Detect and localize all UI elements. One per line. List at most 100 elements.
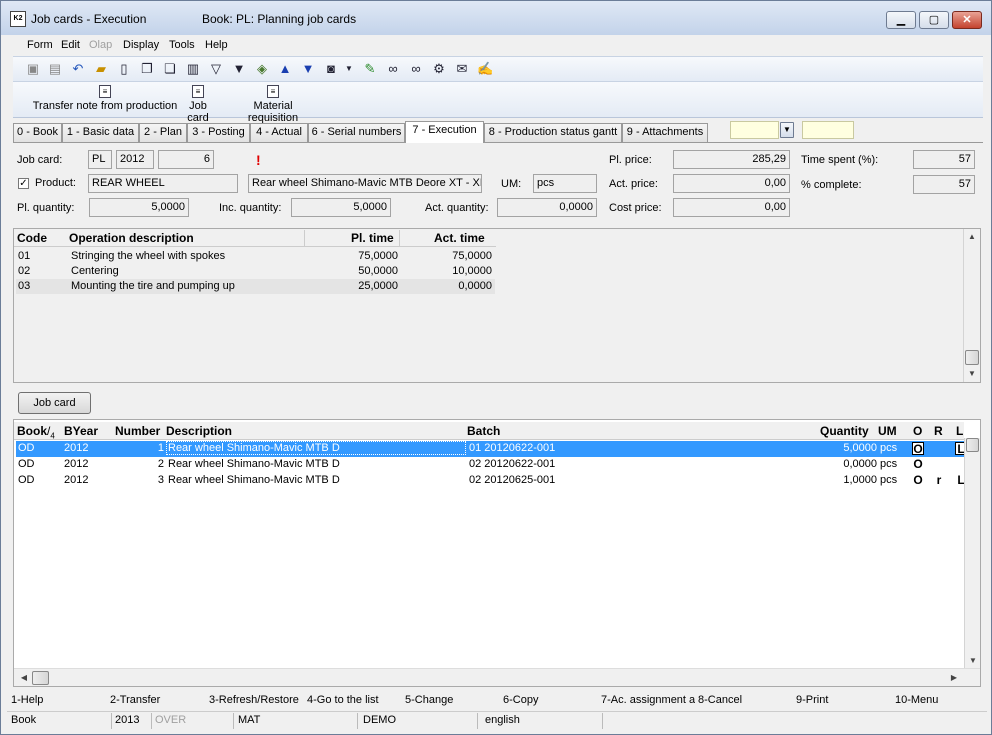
time-spent-field[interactable]: 57 bbox=[913, 150, 975, 169]
menu-tools[interactable]: Tools bbox=[169, 39, 195, 51]
fkey-change[interactable]: 5-Change bbox=[405, 694, 500, 706]
cost-price-field[interactable]: 0,00 bbox=[673, 198, 790, 217]
scroll-down-icon[interactable]: ▼ bbox=[965, 656, 981, 665]
col-number[interactable]: Number bbox=[115, 424, 160, 438]
col-pl-time[interactable]: Pl. time bbox=[351, 231, 394, 247]
col-description[interactable]: Description bbox=[166, 424, 232, 438]
new-document-icon[interactable]: ▯ bbox=[116, 61, 132, 77]
open-folder-icon[interactable]: ▰ bbox=[93, 61, 109, 77]
arrow-up-icon[interactable]: ▲ bbox=[277, 61, 293, 77]
col-r[interactable]: R bbox=[934, 424, 943, 438]
flag-o[interactable]: O bbox=[912, 442, 924, 456]
fkey-print[interactable]: 9-Print bbox=[796, 694, 891, 706]
job-card-action-button[interactable]: ≡ Job card bbox=[177, 85, 219, 124]
col-operation-description[interactable]: Operation description bbox=[69, 231, 194, 247]
act-quantity-field[interactable]: 0,0000 bbox=[497, 198, 597, 217]
col-byear[interactable]: BYear bbox=[64, 424, 98, 438]
tab-plan[interactable]: 2 - Plan bbox=[139, 123, 187, 142]
stack-icon[interactable]: ◈ bbox=[254, 61, 270, 77]
copy-icon[interactable]: ❐ bbox=[139, 61, 155, 77]
filter-combo[interactable] bbox=[730, 121, 779, 139]
operation-row[interactable]: 02 Centering 50,0000 10,0000 bbox=[16, 264, 495, 279]
pl-price-field[interactable]: 285,29 bbox=[673, 150, 790, 169]
paste-icon[interactable]: ❏ bbox=[162, 61, 178, 77]
batch-row[interactable]: OD 2012 3 Rear wheel Shimano-Mavic MTB D… bbox=[16, 473, 967, 489]
transfer-note-button[interactable]: ≡ Transfer note from production bbox=[27, 85, 183, 112]
col-quantity[interactable]: Quantity bbox=[820, 424, 869, 438]
pl-quantity-field[interactable]: 5,0000 bbox=[89, 198, 189, 217]
minimize-button[interactable]: ▁ bbox=[886, 11, 916, 29]
dropdown-icon[interactable]: ▼ bbox=[341, 61, 357, 77]
col-o[interactable]: O bbox=[913, 424, 922, 438]
fkey-menu[interactable]: 10-Menu bbox=[895, 694, 985, 706]
tab-actual[interactable]: 4 - Actual bbox=[250, 123, 308, 142]
fkey-help[interactable]: 1-Help bbox=[11, 694, 106, 706]
menu-form[interactable]: Form bbox=[27, 39, 53, 51]
col-um[interactable]: UM bbox=[878, 424, 897, 438]
job-card-book-field[interactable]: PL bbox=[88, 150, 112, 169]
fkey-transfer[interactable]: 2-Transfer bbox=[110, 694, 205, 706]
edit-notes-icon[interactable]: ✍ bbox=[477, 61, 493, 77]
batches-vscrollbar[interactable]: ▲ ▼ bbox=[964, 438, 980, 670]
complete-field[interactable]: 57 bbox=[913, 175, 975, 194]
operation-row[interactable]: 01 Stringing the wheel with spokes 75,00… bbox=[16, 249, 495, 264]
binoculars-icon[interactable]: ∞ bbox=[385, 61, 401, 77]
flag-r[interactable] bbox=[933, 442, 945, 455]
batch-row[interactable]: OD 2012 1 Rear wheel Shimano-Mavic MTB D… bbox=[16, 441, 967, 457]
tab-basic-data[interactable]: 1 - Basic data bbox=[62, 123, 139, 142]
inc-quantity-field[interactable]: 5,0000 bbox=[291, 198, 391, 217]
arrow-down-icon[interactable]: ▼ bbox=[300, 61, 316, 77]
col-act-time[interactable]: Act. time bbox=[434, 231, 485, 247]
flag-r[interactable]: r bbox=[933, 474, 945, 487]
material-requisition-button[interactable]: ≡ Material requisition bbox=[227, 85, 319, 124]
um-field[interactable]: pcs bbox=[533, 174, 597, 193]
col-book[interactable]: Book/4 bbox=[17, 424, 55, 440]
fkey-copy[interactable]: 6-Copy bbox=[503, 694, 598, 706]
save-icon[interactable]: ▣ bbox=[25, 61, 41, 77]
scroll-right-icon[interactable]: ▶ bbox=[946, 673, 962, 682]
close-button[interactable]: ✕ bbox=[952, 11, 982, 29]
filter-list-icon[interactable]: ▼ bbox=[231, 61, 247, 77]
tab-execution[interactable]: 7 - Execution bbox=[405, 121, 484, 143]
filter-icon[interactable]: ▽ bbox=[208, 61, 224, 77]
flag-r[interactable] bbox=[933, 458, 945, 471]
menu-display[interactable]: Display bbox=[123, 39, 159, 51]
menu-help[interactable]: Help bbox=[205, 39, 228, 51]
flag-o[interactable]: O bbox=[912, 474, 924, 487]
binoculars-settings-icon[interactable]: ⚙ bbox=[431, 61, 447, 77]
job-card-number-field[interactable]: 6 bbox=[158, 150, 214, 169]
fkey-refresh[interactable]: 3-Refresh/Restore bbox=[209, 694, 304, 706]
act-price-field[interactable]: 0,00 bbox=[673, 174, 790, 193]
filter-field[interactable] bbox=[802, 121, 854, 139]
fkey-ac-assignment[interactable]: 7-Ac. assignment ar bbox=[601, 694, 695, 706]
operation-row[interactable]: 03 Mounting the tire and pumping up 25,0… bbox=[16, 279, 495, 294]
batch-row[interactable]: OD 2012 2 Rear wheel Shimano-Mavic MTB D… bbox=[16, 457, 967, 473]
undo-icon[interactable]: ↶ bbox=[70, 61, 86, 77]
product-code-field[interactable]: REAR WHEEL bbox=[88, 174, 238, 193]
col-code[interactable]: Code bbox=[17, 231, 47, 247]
maximize-button[interactable]: ▢ bbox=[919, 11, 949, 29]
save-as-icon[interactable]: ▤ bbox=[47, 61, 63, 77]
camera-icon[interactable]: ◙ bbox=[323, 61, 339, 77]
tools-icon[interactable]: ✎ bbox=[362, 61, 378, 77]
col-l[interactable]: L bbox=[956, 424, 963, 438]
tab-attachments[interactable]: 9 - Attachments bbox=[622, 123, 708, 142]
tab-book[interactable]: 0 - Book bbox=[13, 123, 62, 142]
scroll-thumb[interactable] bbox=[966, 438, 979, 452]
col-batch[interactable]: Batch bbox=[467, 424, 500, 438]
job-card-button[interactable]: Job card bbox=[18, 392, 91, 414]
tab-posting[interactable]: 3 - Posting bbox=[187, 123, 250, 142]
operations-scrollbar[interactable]: ▲ ▼ bbox=[963, 229, 980, 382]
scroll-up-icon[interactable]: ▲ bbox=[964, 232, 980, 241]
combo-dropdown-icon[interactable]: ▼ bbox=[780, 122, 794, 138]
tab-production-status-gantt[interactable]: 8 - Production status gantt bbox=[484, 123, 622, 142]
scroll-thumb[interactable] bbox=[965, 350, 979, 365]
fkey-go-to-list[interactable]: 4-Go to the list bbox=[307, 694, 402, 706]
mail-icon[interactable]: ✉ bbox=[454, 61, 470, 77]
batch-description[interactable]: Rear wheel Shimano-Mavic MTB D bbox=[166, 441, 466, 455]
batches-hscrollbar[interactable]: ◀ ▶ bbox=[14, 668, 980, 686]
menu-edit[interactable]: Edit bbox=[61, 39, 80, 51]
scroll-left-icon[interactable]: ◀ bbox=[16, 673, 32, 682]
scroll-thumb[interactable] bbox=[32, 671, 49, 685]
product-checkbox[interactable]: ✓ bbox=[18, 178, 29, 189]
